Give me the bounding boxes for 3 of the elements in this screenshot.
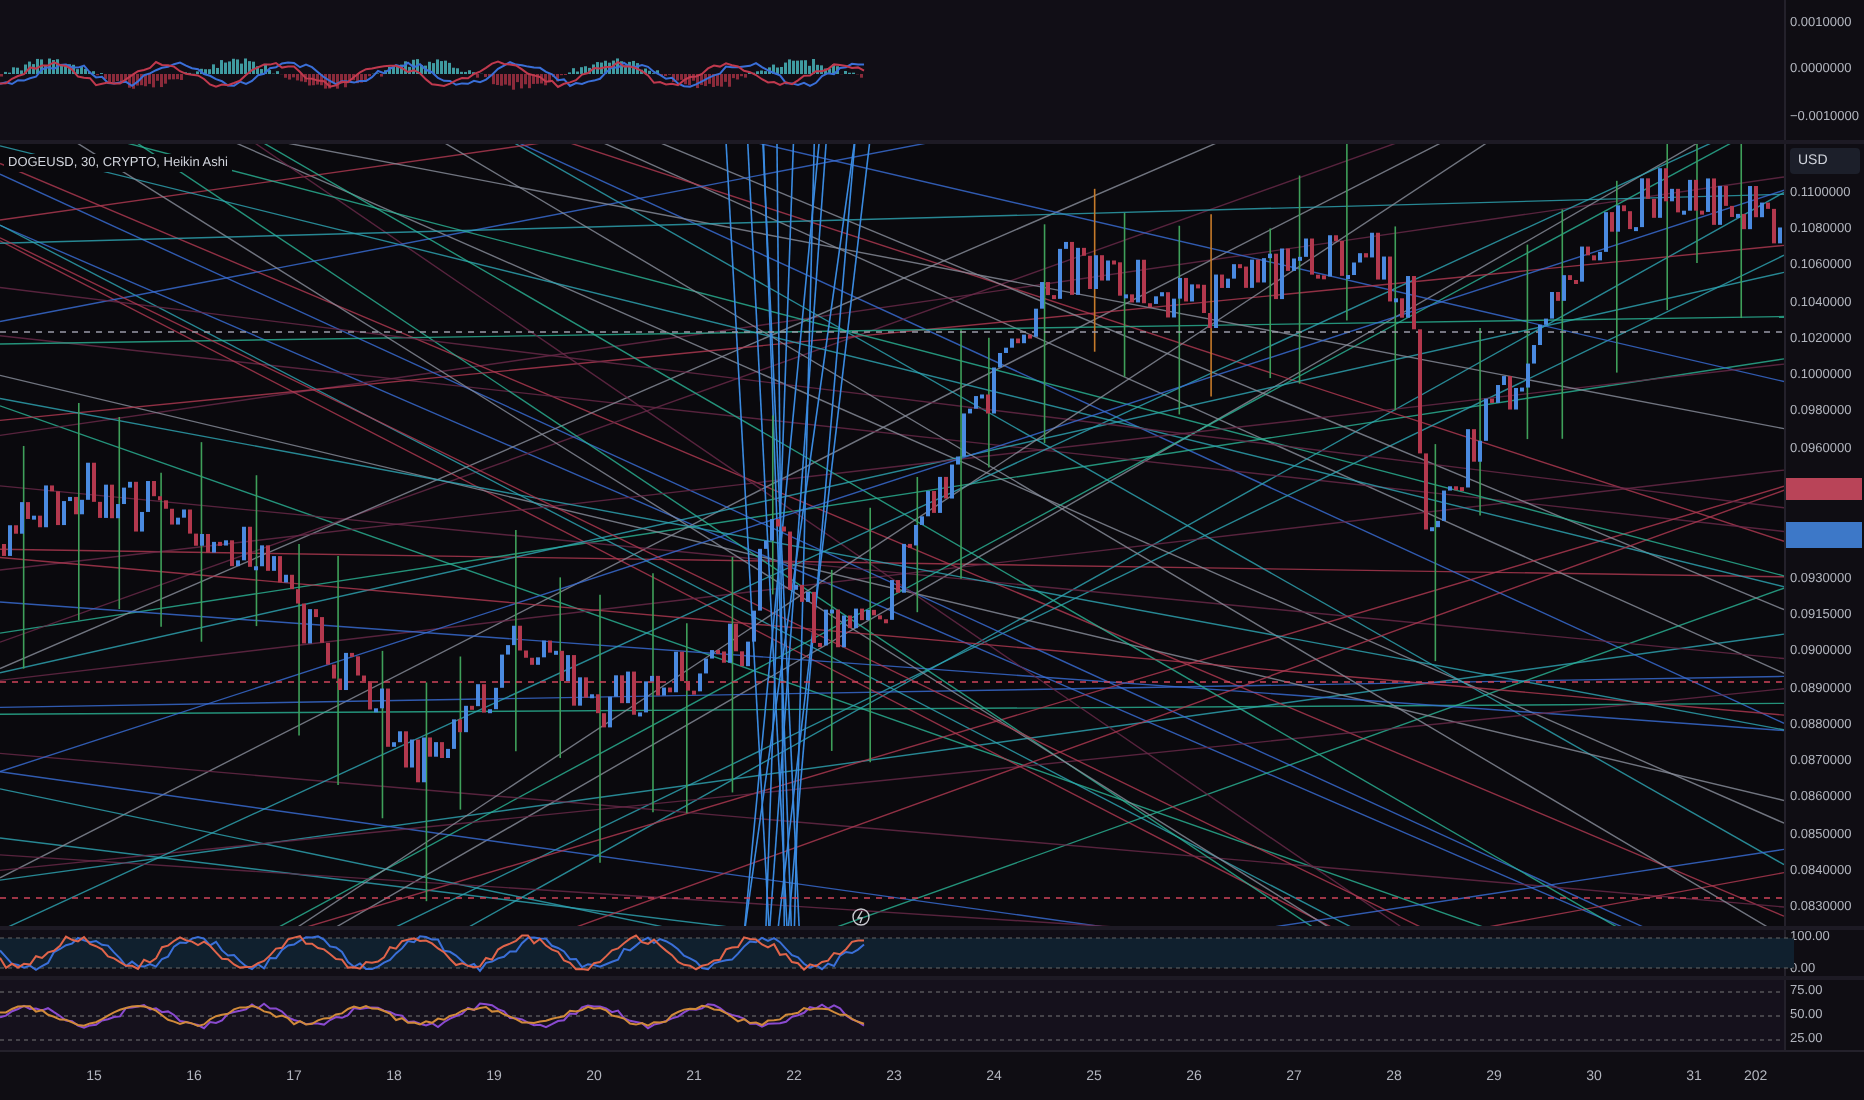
lightning-icon[interactable]	[852, 908, 870, 926]
price-tag	[1786, 522, 1862, 549]
price-tag	[1786, 478, 1862, 501]
